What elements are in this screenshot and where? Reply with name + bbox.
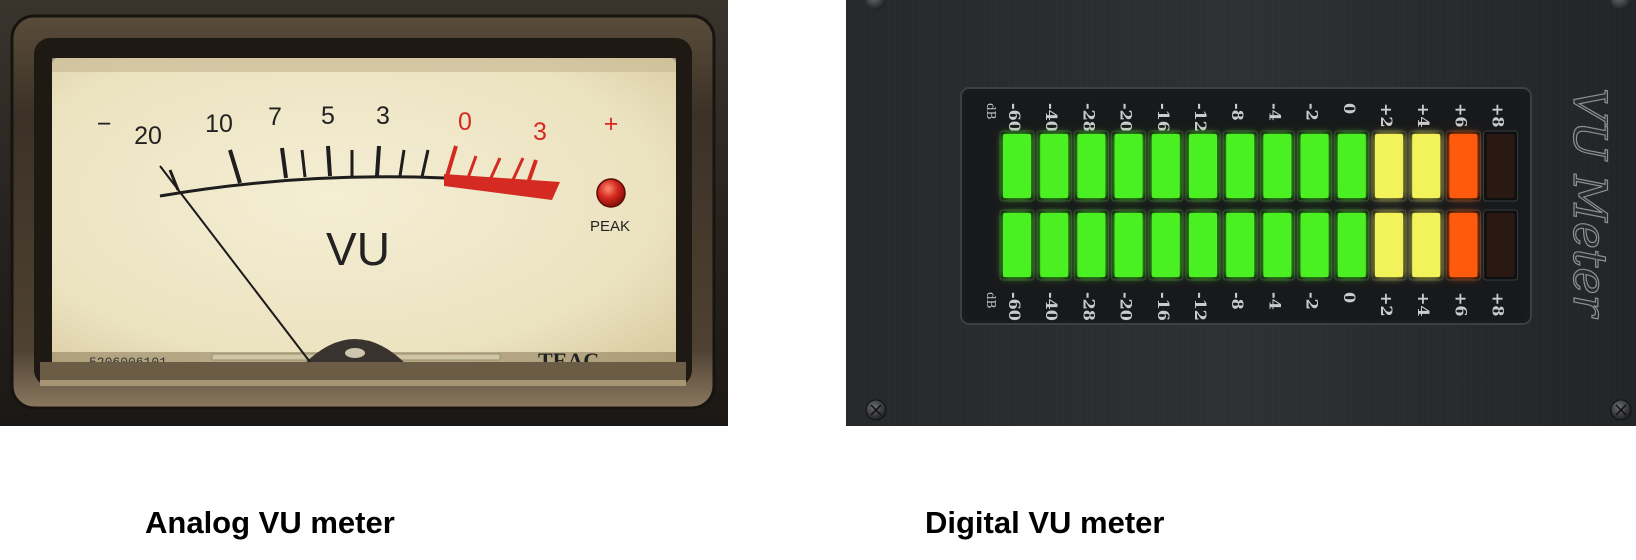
db-scale-label: +8 — [1489, 292, 1508, 317]
db-unit-label: dB — [984, 103, 998, 120]
db-scale-label: 0 — [1340, 292, 1359, 303]
scale-label: 10 — [205, 110, 233, 138]
db-scale-label: -2 — [1303, 292, 1322, 310]
led-segment — [1449, 134, 1478, 198]
db-scale-label: -40 — [1042, 103, 1061, 132]
db-scale-label: -2 — [1303, 103, 1322, 121]
db-scale-label: -28 — [1079, 103, 1098, 132]
db-scale-label: +4 — [1414, 292, 1433, 317]
led-segment — [1226, 213, 1255, 277]
db-scale-label: -12 — [1191, 103, 1210, 132]
digital-vu-meter-photo: dB -60 -40 -28 -20 -16 -12 -8 -4 -2 0 +2 +4 +6 +8 dB -6… — [846, 0, 1636, 426]
db-scale-label: +8 — [1489, 103, 1508, 128]
led-segment — [1003, 213, 1031, 277]
caption-analog: Analog VU meter — [145, 505, 395, 540]
analog-vu-meter-photo: −201075303+ VU PEAK 5206006101 TEAC — [0, 0, 728, 426]
frame-lower-highlight — [40, 380, 686, 386]
led-segment — [1263, 134, 1292, 198]
db-scale-label: +6 — [1451, 103, 1470, 128]
scale-label: 20 — [134, 122, 162, 150]
meter-face — [52, 58, 676, 368]
led-segment — [1300, 134, 1329, 198]
digital-vu-meter: dB -60 -40 -28 -20 -16 -12 -8 -4 -2 0 +2 +4 +6 +8 dB -6… — [846, 0, 1636, 426]
scale-label: 5 — [321, 102, 335, 130]
db-scale-label: -20 — [1117, 103, 1136, 132]
led-segment — [1375, 134, 1403, 198]
db-scale-label: +4 — [1414, 103, 1433, 128]
led-segment — [1189, 134, 1217, 198]
db-scale-label: -16 — [1154, 103, 1173, 132]
led-segment — [1300, 213, 1329, 277]
db-scale-label: +2 — [1377, 292, 1396, 317]
peak-label: PEAK — [590, 218, 630, 235]
db-scale-label: -4 — [1265, 103, 1284, 121]
db-scale-label: -16 — [1154, 292, 1173, 321]
scale-label: 0 — [458, 108, 472, 136]
db-unit-label: dB — [984, 292, 998, 309]
scale-tick — [326, 145, 332, 177]
analog-vu-meter: −201075303+ VU PEAK 5206006101 TEAC — [0, 0, 728, 426]
led-segment — [1337, 213, 1366, 277]
db-scale-label: +6 — [1451, 292, 1470, 317]
led-segment — [1077, 134, 1106, 198]
caption-digital: Digital VU meter — [925, 505, 1165, 540]
led-segment — [1486, 134, 1515, 198]
db-scale-label: -8 — [1228, 103, 1247, 121]
led-segment — [1449, 213, 1478, 277]
led-segment — [1189, 213, 1217, 277]
scale-label: − — [97, 110, 112, 138]
db-scale-label: -4 — [1265, 292, 1284, 310]
led-segment — [1337, 134, 1366, 198]
face-top-shadow — [52, 58, 676, 72]
db-scale-label: -20 — [1117, 292, 1136, 321]
led-segment — [1375, 213, 1403, 277]
led-segment — [1114, 213, 1143, 277]
scale-label: 3 — [533, 118, 547, 146]
db-scale-label: -40 — [1042, 292, 1061, 321]
db-scale-label: -60 — [1005, 292, 1024, 321]
led-segment — [1040, 134, 1069, 198]
db-scale-label: -8 — [1228, 292, 1247, 310]
db-scale-label: -28 — [1079, 292, 1098, 321]
scale-label: 7 — [268, 103, 282, 131]
brand-script: VU Meter — [1563, 88, 1617, 320]
led-segment — [1412, 213, 1441, 277]
db-scale-label: -60 — [1005, 103, 1024, 132]
peak-lamp — [596, 178, 626, 208]
led-segment — [1486, 213, 1515, 277]
db-scale-label: +2 — [1377, 103, 1396, 128]
led-segment — [1412, 134, 1441, 198]
led-segment — [1151, 213, 1180, 277]
led-segment — [1003, 134, 1031, 198]
db-scale-label: -12 — [1191, 292, 1210, 321]
led-segment — [1226, 134, 1255, 198]
led-segment — [1077, 213, 1106, 277]
frame-lower-lip — [40, 362, 686, 382]
scale-label: 3 — [376, 102, 390, 130]
led-segment — [1263, 213, 1292, 277]
vu-unit-label: VU — [326, 223, 390, 275]
scale-tick — [375, 145, 381, 177]
scale-label: + — [604, 110, 619, 138]
led-segment — [1151, 134, 1180, 198]
led-segment — [1040, 213, 1069, 277]
db-scale-label: 0 — [1340, 103, 1359, 114]
led-segment — [1114, 134, 1143, 198]
needle-pivot — [345, 348, 365, 358]
